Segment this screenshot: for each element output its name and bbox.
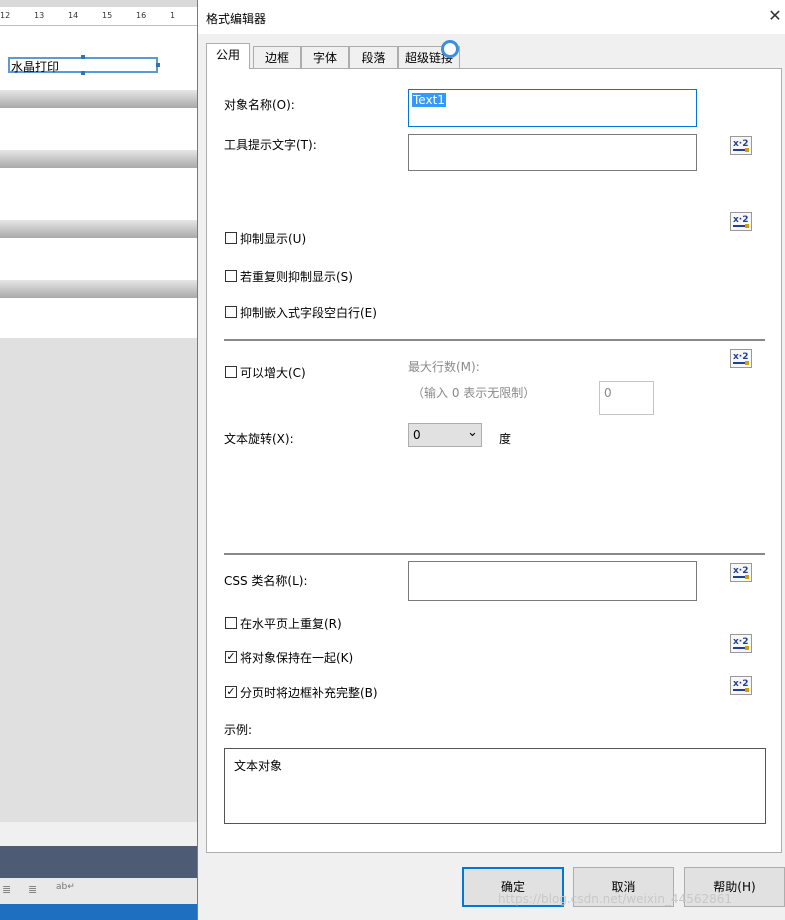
list-icon[interactable]: ≣ (28, 883, 37, 896)
resize-handle[interactable] (156, 63, 160, 67)
repeat-horizontal-label: 在水平页上重复(R) (240, 617, 342, 631)
close-border-checkbox[interactable]: ✓ (225, 686, 237, 698)
divider (224, 339, 765, 341)
report-section[interactable] (0, 298, 197, 338)
keep-together-label: 将对象保持在一起(K) (240, 651, 354, 665)
resize-handle[interactable] (81, 55, 85, 59)
ruler-tick: 16 (136, 11, 147, 20)
formula-button[interactable]: x·2 (730, 676, 752, 695)
ruler-tick: 13 (34, 11, 45, 20)
object-name-value: Text1 (412, 93, 446, 107)
sample-label: 示例: (224, 723, 253, 737)
formula-button[interactable]: x·2 (730, 212, 752, 231)
formatting-toolbar: ≣ ≣ ab↵ (0, 878, 197, 904)
check-icon: ✓ (226, 650, 236, 663)
max-lines-label: 最大行数(M): (408, 360, 480, 374)
suppress-checkbox[interactable] (225, 232, 237, 244)
tab-common[interactable]: 公用 (206, 43, 250, 69)
close-icon[interactable]: ✕ (766, 7, 784, 25)
formula-icon: x·2 (733, 679, 749, 692)
sample-preview: 文本对象 (224, 748, 766, 824)
tooltip-text-input[interactable] (408, 134, 697, 171)
section-divider[interactable] (0, 280, 197, 298)
formula-icon: x·2 (733, 215, 749, 228)
section-divider[interactable] (0, 150, 197, 168)
report-section[interactable] (0, 168, 197, 220)
chevron-down-icon: ⌄ (467, 425, 478, 440)
can-grow-checkbox[interactable] (225, 366, 237, 378)
panel-header (0, 846, 197, 878)
status-bar (0, 904, 197, 920)
check-icon: ✓ (226, 685, 236, 698)
max-lines-hint: （输入 0 表示无限制） (412, 386, 536, 400)
ruler-tick: 12 (0, 11, 11, 20)
suppress-duplicates-checkbox[interactable] (225, 270, 237, 282)
ruler: 12 13 14 15 16 1 (0, 7, 197, 26)
can-grow-label: 可以增大(C) (240, 366, 306, 380)
text-rotation-unit: 度 (499, 432, 512, 446)
formula-button[interactable]: x·2 (730, 349, 752, 368)
ruler-tick: 14 (68, 11, 79, 20)
dialog-title: 格式编辑器 (206, 12, 267, 26)
watermark: https://blog.csdn.net/weixin_44562861 (498, 892, 733, 906)
tooltip-text-label: 工具提示文字(T): (224, 138, 317, 152)
suppress-blank-lines-checkbox[interactable] (225, 306, 237, 318)
section-divider[interactable] (0, 220, 197, 238)
format-editor-dialog: 格式编辑器 ✕ 公用 边框 字体 段落 超级链接 对象名称(O): Text1 … (197, 0, 785, 920)
svg-text:x·2: x·2 (733, 139, 749, 149)
close-border-label: 分页时将边框补充完整(B) (240, 686, 378, 700)
wrap-text-icon[interactable]: ab↵ (56, 882, 75, 892)
repeat-horizontal-checkbox[interactable] (225, 617, 237, 629)
section-divider[interactable] (0, 90, 197, 108)
suppress-label: 抑制显示(U) (240, 232, 307, 246)
sample-text: 文本对象 (234, 759, 283, 773)
formula-icon: x·2 (733, 352, 749, 365)
suppress-blank-lines-label: 抑制嵌入式字段空白行(E) (240, 306, 377, 320)
resize-handle[interactable] (81, 71, 85, 75)
text-rotation-select[interactable]: 0 ⌄ (408, 423, 482, 447)
svg-text:x·2: x·2 (733, 352, 749, 362)
max-lines-input[interactable]: 0 (599, 381, 654, 415)
ruler-tick: 15 (102, 11, 113, 20)
report-section[interactable] (0, 238, 197, 280)
suppress-duplicates-label: 若重复则抑制显示(S) (240, 270, 353, 284)
svg-text:x·2: x·2 (733, 679, 749, 689)
formula-button[interactable]: x·2 (730, 634, 752, 653)
tab-border[interactable]: 边框 (253, 46, 301, 68)
designer-empty-area (0, 338, 197, 822)
css-class-label: CSS 类名称(L): (224, 574, 308, 588)
horizontal-scrollbar[interactable] (0, 822, 197, 846)
formula-icon: x·2 (733, 637, 749, 650)
css-class-input[interactable] (408, 561, 697, 601)
object-name-label: 对象名称(O): (224, 98, 295, 112)
formula-button[interactable]: x·2 (730, 563, 752, 582)
keep-together-checkbox[interactable]: ✓ (225, 651, 237, 663)
tab-font[interactable]: 字体 (301, 46, 349, 68)
ruler-tick: 1 (170, 11, 176, 20)
svg-text:x·2: x·2 (733, 637, 749, 647)
formula-button[interactable]: x·2 (730, 136, 752, 155)
max-lines-value: 0 (604, 386, 612, 400)
formula-icon: x·2 (733, 139, 749, 152)
tab-panel-common (206, 68, 782, 853)
busy-cursor-icon (441, 40, 459, 58)
divider (224, 553, 765, 555)
align-icon[interactable]: ≣ (2, 883, 11, 896)
text-rotation-value: 0 (413, 428, 421, 442)
dialog-titlebar: 格式编辑器 ✕ (198, 0, 785, 34)
svg-text:x·2: x·2 (733, 215, 749, 225)
svg-text:x·2: x·2 (733, 566, 749, 576)
object-name-input[interactable]: Text1 (408, 89, 697, 127)
text-rotation-label: 文本旋转(X): (224, 432, 294, 446)
tab-paragraph[interactable]: 段落 (349, 46, 398, 68)
formula-icon: x·2 (733, 566, 749, 579)
report-section[interactable] (0, 108, 197, 150)
